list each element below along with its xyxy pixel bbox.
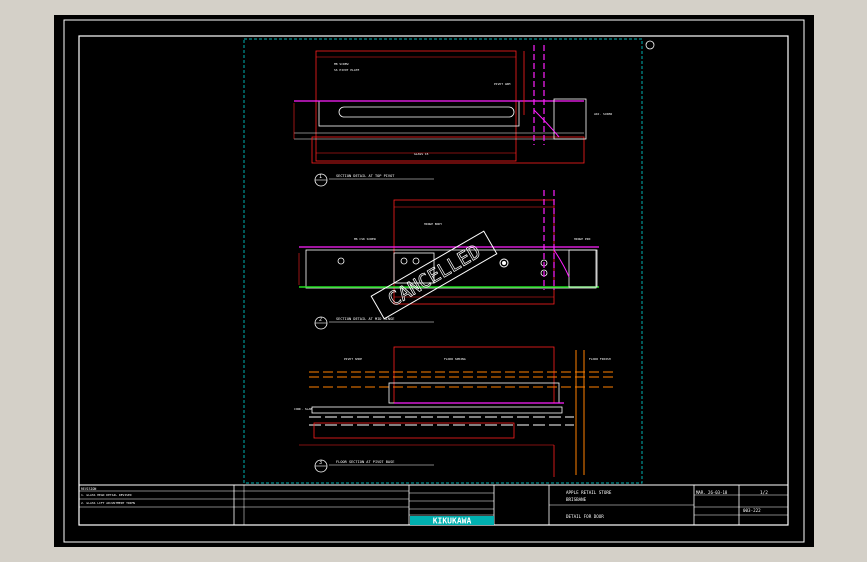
cad-viewport[interactable]: M8 SCREW SS PIVOT PLATE PIVOT ARM ADJ. S… xyxy=(54,15,814,547)
sheet-number: 1/2 xyxy=(760,490,768,496)
view-3-number: 3 xyxy=(319,460,322,466)
view-3-detail: PIVOT SHOE FLOOR SPRING FLOOR FINISH CON… xyxy=(294,346,614,477)
svg-text:PIVOT ARM: PIVOT ARM xyxy=(494,82,510,86)
project-location: BRISBANE xyxy=(566,497,587,502)
view-2-number: 2 xyxy=(319,317,322,323)
svg-text:CANCELLED: CANCELLED xyxy=(384,241,484,312)
svg-text:M6 CSK SCREW: M6 CSK SCREW xyxy=(354,237,376,241)
drawing-title: DETAIL FOR DOOR xyxy=(566,514,604,519)
svg-text:GLASS 15: GLASS 15 xyxy=(414,152,429,156)
company-logo: KIKUKAWA xyxy=(433,517,472,526)
drawing-canvas: M8 SCREW SS PIVOT PLATE PIVOT ARM ADJ. S… xyxy=(63,19,805,543)
view-2-detail: HINGE BODY M6 CSK SCREW HINGE PIN xyxy=(298,190,599,305)
project-name: APPLE RETAIL STORE xyxy=(566,490,612,495)
revision-row-2: 2. GLASS LIFT ADJUSTMENT TRIMS xyxy=(81,501,135,505)
revision-header: REVISION xyxy=(81,487,96,491)
view-1-number: 1 xyxy=(319,174,322,180)
drawing-number: 003-222 xyxy=(743,508,761,513)
view-1-caption-text: SECTION DETAIL AT TOP PIVOT xyxy=(336,174,395,178)
view-1-detail: M8 SCREW SS PIVOT PLATE PIVOT ARM ADJ. S… xyxy=(293,45,612,164)
view-3-caption: 3 FLOOR SECTION AT PIVOT BASE xyxy=(314,459,434,473)
svg-text:ADJ. SCREW: ADJ. SCREW xyxy=(594,112,612,116)
svg-text:FLOOR FINISH: FLOOR FINISH xyxy=(589,357,611,361)
cancelled-stamp: CANCELLED xyxy=(370,230,498,320)
svg-text:M8 SCREW: M8 SCREW xyxy=(334,62,349,66)
svg-text:FLOOR SPRING: FLOOR SPRING xyxy=(444,357,466,361)
view-1-caption: 1 SECTION DETAIL AT TOP PIVOT xyxy=(314,173,434,187)
drawing-date: MAR. 26-03-18 xyxy=(696,490,728,495)
svg-text:PIVOT SHOE: PIVOT SHOE xyxy=(344,357,362,361)
svg-text:SS PIVOT PLATE: SS PIVOT PLATE xyxy=(334,68,359,72)
revision-row-1: 1. GLASS HEAD DETAIL REVISED xyxy=(81,493,132,497)
view-2-caption: 2 SECTION DETAIL AT MID HINGE xyxy=(314,316,434,330)
north-marker-icon xyxy=(645,40,655,50)
view-3-caption-text: FLOOR SECTION AT PIVOT BASE xyxy=(336,460,394,464)
svg-text:HINGE PIN: HINGE PIN xyxy=(574,237,590,241)
svg-text:CONC. SLAB: CONC. SLAB xyxy=(294,407,312,411)
svg-text:HINGE BODY: HINGE BODY xyxy=(424,222,442,226)
